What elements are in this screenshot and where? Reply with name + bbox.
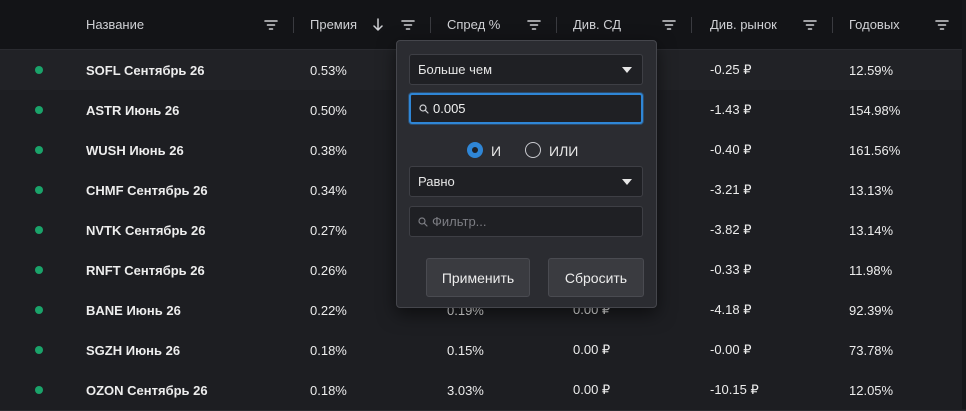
status-dot	[35, 306, 43, 314]
column-header-label: Спред %	[447, 17, 501, 32]
cell-div-sd: 0.00 ₽	[573, 382, 611, 397]
filter-icon[interactable]	[400, 17, 416, 33]
search-icon	[418, 216, 428, 227]
cell-spread: 3.03%	[447, 382, 484, 398]
cell-premium: 0.18%	[310, 342, 347, 358]
filter-icon[interactable]	[526, 17, 542, 33]
cell-name: SOFL Сентябрь 26	[86, 62, 205, 78]
table-row[interactable]: SGZH Июнь 26 0.18% 0.15% 0.00 ₽ -0.00 ₽ …	[0, 330, 966, 371]
status-dot	[35, 386, 43, 394]
column-divider[interactable]	[832, 17, 833, 33]
search-icon	[419, 103, 429, 114]
status-dot	[35, 186, 43, 194]
column-divider[interactable]	[430, 17, 431, 33]
status-dot	[35, 266, 43, 274]
cell-premium: 0.27%	[310, 222, 347, 238]
table-row[interactable]: OZON Сентябрь 26 0.18% 3.03% 0.00 ₽ -10.…	[0, 370, 966, 411]
cell-premium: 0.38%	[310, 142, 347, 158]
radio-or[interactable]	[525, 142, 541, 158]
radio-or-label[interactable]: ИЛИ	[549, 143, 578, 159]
column-divider[interactable]	[691, 17, 692, 33]
cell-premium: 0.18%	[310, 382, 347, 398]
cell-name: WUSH Июнь 26	[86, 142, 184, 158]
cell-premium: 0.50%	[310, 102, 347, 118]
filter-value-input-1[interactable]	[409, 93, 643, 124]
cell-name: OZON Сентябрь 26	[86, 382, 208, 398]
cell-div-market: -3.82 ₽	[710, 222, 752, 237]
condition-select-value: Больше чем	[418, 62, 493, 77]
cell-name: ASTR Июнь 26	[86, 102, 180, 118]
condition-select-1[interactable]: Больше чем	[409, 54, 643, 85]
cell-div-market: -3.21 ₽	[710, 182, 752, 197]
cell-name: SGZH Июнь 26	[86, 342, 181, 358]
cell-annual: 92.39%	[849, 302, 894, 318]
status-dot	[35, 346, 43, 354]
reset-button[interactable]: Сбросить	[548, 258, 644, 297]
filter-value-field[interactable]	[432, 214, 632, 229]
radio-and[interactable]	[467, 142, 483, 158]
cell-div-market: -0.25 ₽	[710, 62, 752, 77]
column-header-label: Див. рынок	[710, 17, 777, 32]
column-divider[interactable]	[556, 17, 557, 33]
column-header-annual[interactable]: Годовых	[849, 0, 900, 49]
filter-icon[interactable]	[263, 17, 279, 33]
cell-premium: 0.22%	[310, 302, 347, 318]
column-header-div-market[interactable]: Див. рынок	[710, 0, 777, 49]
condition-select-2[interactable]: Равно	[409, 166, 643, 197]
filter-icon[interactable]	[802, 17, 818, 33]
column-header-label: Годовых	[849, 17, 900, 32]
join-operator: И ИЛИ	[397, 140, 656, 162]
cell-div-market: -10.15 ₽	[710, 382, 759, 397]
column-header-premium[interactable]: Премия	[310, 0, 357, 49]
column-header-name[interactable]: Название	[86, 0, 144, 49]
cell-spread: 0.15%	[447, 342, 484, 358]
cell-name: BANE Июнь 26	[86, 302, 181, 318]
status-dot	[35, 66, 43, 74]
cell-premium: 0.26%	[310, 262, 347, 278]
cell-annual: 11.98%	[849, 262, 893, 278]
chevron-down-icon	[622, 67, 632, 73]
apply-button[interactable]: Применить	[426, 258, 530, 297]
column-divider[interactable]	[293, 17, 294, 33]
condition-select-value: Равно	[418, 174, 455, 189]
cell-premium: 0.53%	[310, 62, 347, 78]
filter-icon[interactable]	[661, 17, 677, 33]
cell-div-market: -1.43 ₽	[710, 102, 752, 117]
column-header-label: Премия	[310, 17, 358, 32]
radio-and-label[interactable]: И	[491, 143, 501, 159]
status-dot	[35, 146, 43, 154]
status-dot	[35, 106, 43, 114]
cell-div-market: -4.18 ₽	[710, 302, 752, 317]
cell-div-market: -0.00 ₽	[710, 342, 752, 357]
status-dot	[35, 226, 43, 234]
cell-annual: 12.59%	[849, 62, 894, 78]
cell-name: NVTK Сентябрь 26	[86, 222, 206, 238]
filter-icon[interactable]	[934, 17, 950, 33]
scrollbar[interactable]	[962, 0, 966, 409]
cell-div-market: -0.33 ₽	[710, 262, 752, 277]
arrow-down-icon[interactable]	[371, 17, 385, 33]
cell-annual: 73.78%	[849, 342, 894, 358]
cell-div-market: -0.40 ₽	[710, 142, 752, 157]
filter-value-field[interactable]	[433, 101, 633, 116]
column-header-label: Див. СД	[573, 17, 622, 32]
cell-name: RNFT Сентябрь 26	[86, 262, 205, 278]
cell-premium: 0.34%	[310, 182, 347, 198]
cell-div-sd: 0.00 ₽	[573, 342, 611, 357]
cell-name: CHMF Сентябрь 26	[86, 182, 208, 198]
cell-annual: 154.98%	[849, 102, 901, 118]
column-header-label: Название	[86, 17, 145, 32]
filter-value-input-2[interactable]	[409, 206, 643, 237]
cell-annual: 13.13%	[849, 182, 894, 198]
cell-annual: 12.05%	[849, 382, 894, 398]
cell-annual: 13.14%	[849, 222, 894, 238]
chevron-down-icon	[622, 179, 632, 185]
filter-popup: Больше чем И ИЛИ Равно Применить Сбросит…	[396, 40, 657, 308]
cell-annual: 161.56%	[849, 142, 901, 158]
